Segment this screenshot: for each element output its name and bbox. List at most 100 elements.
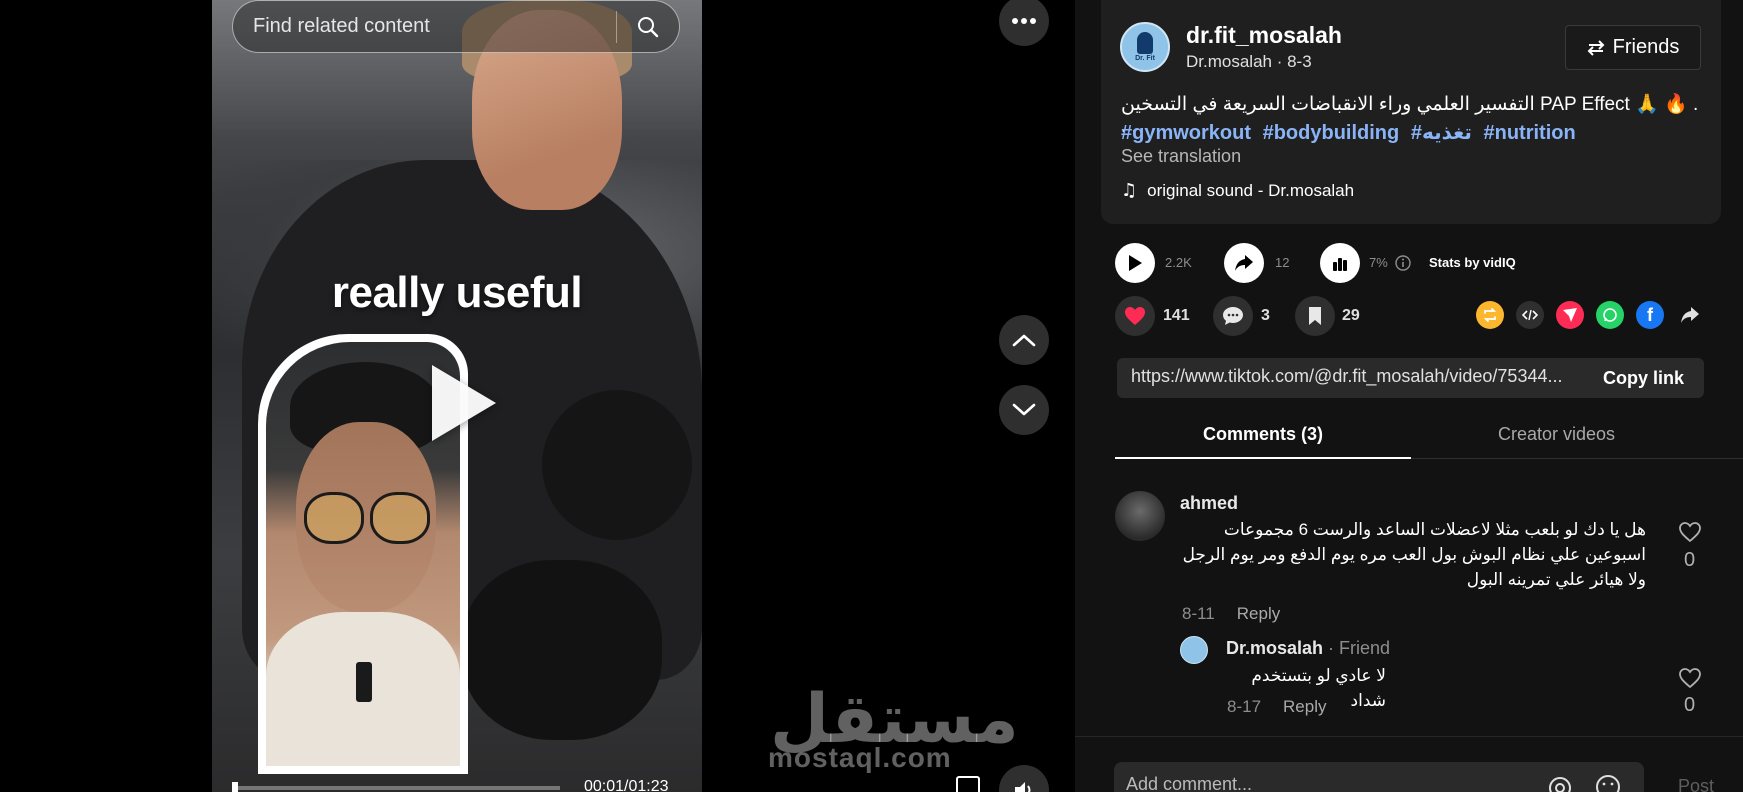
music-note-icon: ♫ [1121,180,1138,201]
swap-arrows-icon [1587,39,1605,56]
volume-button[interactable] [999,765,1049,792]
embed-button[interactable] [1516,301,1544,329]
repost-button[interactable] [1476,301,1504,329]
avatar-figure-icon [1137,32,1153,54]
video-player[interactable]: really useful [212,0,702,792]
add-comment-placeholder: Add comment... [1126,774,1253,792]
comment-meta: 8-11 Reply [1182,604,1280,624]
comment-date: 8-11 [1182,604,1215,623]
bookmark-icon [1309,307,1321,325]
reply-author[interactable]: Dr.mosalah · Friend [1226,638,1390,659]
reply-like-heart-icon[interactable] [1678,667,1702,689]
reply-button[interactable]: Reply [1283,697,1326,716]
see-translation-link[interactable]: See translation [1121,146,1241,167]
emoji-icon[interactable] [1595,774,1621,792]
views-stat [1115,243,1155,283]
watermark-logo-english: mostaql.com [768,742,952,773]
hashtag-link[interactable]: #bodybuilding [1263,122,1400,144]
save-count: 29 [1342,307,1360,324]
creator-mic [356,662,372,702]
reply-like-count: 0 [1684,694,1696,716]
shares-count: 12 [1275,255,1290,270]
video-scene-dumbbell [542,390,692,540]
chevron-up-icon [1012,334,1036,347]
engagement-rate: 7% [1369,255,1388,270]
share-arrow-icon [1681,307,1699,323]
whatsapp-icon [1603,308,1617,322]
search-button[interactable] [617,1,679,52]
creator-subline: Dr.mosalah · 8-3 [1186,52,1312,71]
video-time: 00:01/01:23 [584,778,669,792]
engagement-stat [1320,243,1360,283]
app-root: really useful Find related content مستقل… [0,0,1743,792]
creator-avatar[interactable]: Dr. Fit [1120,22,1170,72]
bar-chart-icon [1333,258,1347,271]
comment-count: 3 [1261,307,1270,324]
hashtag-list: #gymworkout #bodybuilding #تغذيه #nutrit… [1121,120,1582,145]
share-arrow-icon [1235,255,1253,271]
views-count: 2.2K [1165,255,1192,270]
reply-avatar[interactable] [1180,636,1208,664]
reply-date: 8-17 [1227,697,1262,716]
save-button[interactable] [1295,296,1335,336]
commenter-name[interactable]: ahmed [1180,493,1238,514]
shares-stat [1224,243,1264,283]
video-progress-bar[interactable] [232,786,560,790]
volume-icon [1015,782,1031,792]
search-input[interactable]: Find related content [253,15,616,38]
share-link-url[interactable]: https://www.tiktok.com/@dr.fit_mosalah/v… [1131,366,1579,387]
friend-tag: · Friend [1323,638,1391,658]
search-bar[interactable]: Find related content [232,0,680,53]
like-count: 141 [1163,307,1190,324]
friends-button[interactable]: Friends [1565,25,1701,70]
heart-icon [1125,307,1145,325]
commenter-avatar[interactable] [1115,491,1165,541]
comment-button[interactable] [1213,296,1253,336]
tab-creator-videos[interactable]: Creator videos [1498,424,1615,445]
reply-meta: 8-17 Reply [1227,697,1327,717]
avatar-logo-text: Dr. Fit [1135,55,1155,62]
video-overlay-text: really useful [331,268,583,317]
repost-icon [1483,308,1497,322]
comment-like-count: 0 [1684,549,1696,571]
sound-link[interactable]: ♫ original sound - Dr.mosalah [1121,180,1354,201]
whatsapp-share-button[interactable] [1596,301,1624,329]
sound-name: original sound - Dr.mosalah [1147,180,1355,200]
post-comment-button[interactable]: Post [1678,776,1714,792]
play-icon [1129,255,1142,271]
next-video-button[interactable] [999,385,1049,435]
more-share-button[interactable] [1676,301,1704,329]
facebook-share-button[interactable]: f [1636,301,1664,329]
chevron-down-icon [1012,403,1036,416]
reply-button[interactable]: Reply [1237,604,1280,623]
mention-icon[interactable] [1548,776,1572,792]
hashtag-link[interactable]: #nutrition [1484,122,1576,144]
play-icon[interactable] [432,365,496,441]
paper-plane-icon [1563,308,1577,322]
creator-glasses-right [370,492,430,544]
video-area: really useful Find related content مستقل… [0,0,1075,792]
creator-glasses-left [304,492,364,544]
picture-in-picture-icon[interactable] [956,776,980,792]
friends-label: Friends [1612,36,1680,58]
video-scene-dumbbell-lower [462,560,662,740]
embed-code-icon [1522,309,1538,321]
comment-icon [1223,307,1243,325]
tab-comments[interactable]: Comments (3) [1203,424,1323,445]
facebook-icon: f [1647,304,1653,325]
creator-username[interactable]: dr.fit_mosalah [1186,22,1342,49]
more-options-button[interactable] [999,0,1049,46]
copy-link-button[interactable]: Copy link [1583,358,1704,398]
tab-active-indicator [1115,457,1411,459]
comment-like-heart-icon[interactable] [1678,521,1702,543]
previous-video-button[interactable] [999,315,1049,365]
search-icon [638,16,659,37]
hashtag-link[interactable]: #تغذيه [1411,122,1472,144]
like-button[interactable] [1115,296,1155,336]
send-to-friend-button[interactable] [1556,301,1584,329]
info-icon[interactable] [1395,255,1411,271]
video-progress-handle[interactable] [232,782,238,792]
stats-by-vidiq[interactable]: Stats by vidIQ [1429,255,1516,270]
more-icon [1012,18,1036,24]
hashtag-link[interactable]: #gymworkout [1121,122,1251,144]
